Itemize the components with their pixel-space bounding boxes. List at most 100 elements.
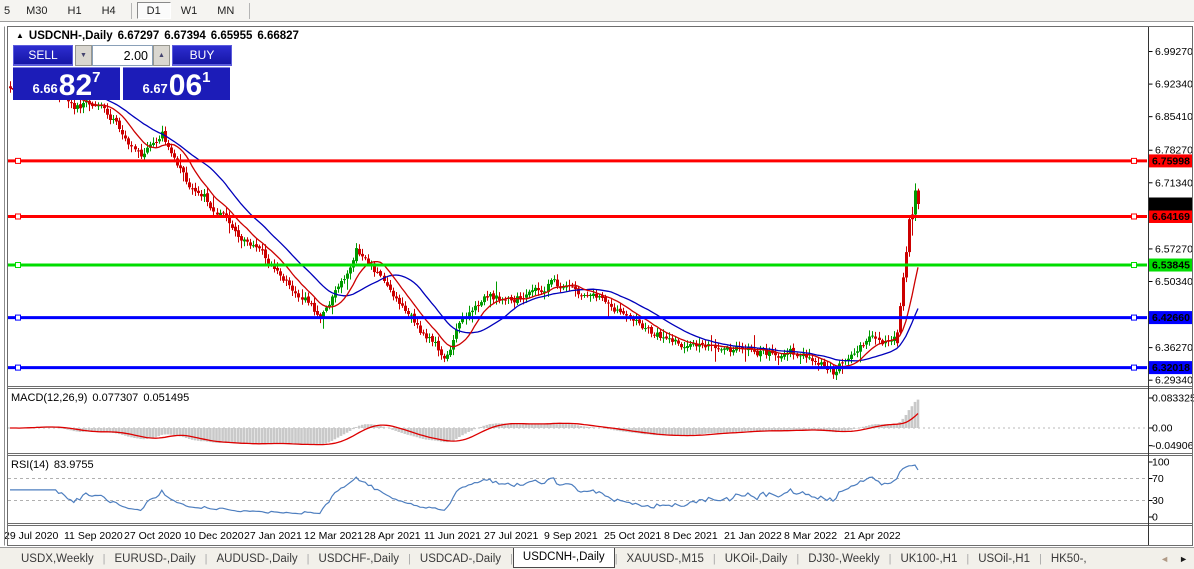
candle-body — [288, 280, 291, 286]
trade-panel-prices: 6.66 82 7 6.67 06 1 — [13, 67, 232, 102]
sell-price-display[interactable]: 6.66 82 7 — [13, 67, 120, 102]
candle-body — [422, 332, 425, 334]
volume-increase-button[interactable]: ▲ — [153, 45, 170, 66]
price-level-handle[interactable] — [15, 314, 21, 321]
buy-price-display[interactable]: 6.67 06 1 — [123, 67, 230, 101]
candle-body — [595, 293, 598, 298]
tab-audusd-daily[interactable]: AUDUSD-,Daily — [208, 551, 307, 567]
volume-decrease-button[interactable]: ▼ — [75, 45, 92, 66]
candle-body — [146, 147, 149, 153]
tab-usoil-h1[interactable]: USOil-,H1 — [969, 551, 1039, 567]
sell-price-big: 82 — [58, 69, 93, 102]
candle-body — [361, 253, 364, 257]
tab-ukoil-daily[interactable]: UKOil-,Daily — [716, 551, 797, 567]
candle-body — [252, 245, 255, 247]
candle-body — [850, 354, 853, 359]
candle-body — [240, 236, 243, 241]
candle-body — [486, 296, 489, 298]
price-level-handle[interactable] — [1131, 364, 1137, 371]
price-level-handle[interactable] — [1131, 314, 1137, 321]
candle-body — [571, 286, 574, 288]
sell-button[interactable]: SELL — [13, 45, 73, 66]
tab-usdchf-daily[interactable]: USDCHF-,Daily — [310, 551, 409, 567]
x-axis-date-label: 27 Jan 2021 — [244, 530, 302, 542]
symbol-tab-bar: USDX,Weekly | EURUSD-,Daily | AUDUSD-,Daily |… — [0, 547, 1194, 569]
buy-price-prefix: 6.67 — [142, 81, 168, 96]
candle-body — [553, 279, 556, 281]
tab-xauusd-m15[interactable]: XAUUSD-,M15 — [618, 551, 713, 567]
macd-axis-label: 0.00 — [1152, 423, 1173, 435]
price-level-handle[interactable] — [15, 213, 21, 220]
candle-body — [622, 311, 625, 314]
tab-usdcnh-daily[interactable]: USDCNH-,Daily — [512, 548, 615, 568]
candle-body — [440, 349, 443, 356]
candle-body — [437, 340, 440, 351]
candle-body — [862, 345, 865, 347]
candle-body — [458, 322, 461, 329]
tab-usdcad-daily[interactable]: USDCAD-,Daily — [411, 551, 510, 567]
volume-control: ▼ ▲ — [75, 45, 170, 66]
candle-body — [841, 362, 844, 364]
rsi-label: RSI(14) 83.9755 — [11, 459, 99, 471]
candle-body — [556, 279, 559, 287]
price-level-handle[interactable] — [15, 157, 21, 164]
y-axis-tick-label: 6.50340 — [1155, 276, 1193, 288]
candle-body — [474, 305, 477, 311]
tab-scroll-right-icon[interactable]: ► — [1179, 554, 1188, 564]
candle-body — [152, 142, 155, 145]
candle-body — [340, 281, 343, 288]
tab-uk100-h1[interactable]: UK100-,H1 — [891, 551, 966, 567]
price-level-handle[interactable] — [1131, 213, 1137, 220]
candle-body — [908, 219, 911, 253]
candle-body — [717, 348, 720, 350]
volume-input[interactable] — [92, 45, 153, 66]
candle-body — [723, 348, 726, 350]
candle-body — [525, 294, 528, 298]
candle-body — [431, 336, 434, 342]
candle-body — [103, 106, 106, 109]
candle-body — [902, 277, 905, 307]
candle-body — [483, 296, 486, 303]
tab-scroll-left-icon[interactable]: ◄ — [1160, 554, 1169, 564]
tab-dj30-weekly[interactable]: DJ30-,Weekly — [799, 551, 888, 567]
candle-body — [720, 349, 723, 351]
candle-body — [550, 280, 553, 285]
candle-body — [140, 149, 143, 157]
x-axis-date-label: 27 Oct 2020 — [124, 530, 181, 542]
x-axis-date-label: 8 Mar 2022 — [784, 530, 837, 542]
candle-body — [255, 244, 258, 248]
price-level-handle[interactable] — [1131, 157, 1137, 164]
candle-body — [234, 226, 237, 232]
chart-header: ▲ USDCNH-,Daily 6.67297 6.67394 6.65955 6.668… — [16, 30, 299, 42]
candle-body — [616, 309, 619, 311]
candle-body — [209, 202, 212, 209]
collapse-triangle-icon[interactable]: ▲ — [16, 31, 24, 40]
candle-body — [777, 356, 780, 358]
candle-body — [231, 224, 234, 228]
candle-body — [395, 296, 398, 299]
x-axis-date-label: 11 Jun 2021 — [424, 530, 481, 542]
candle-body — [449, 349, 452, 356]
candle-body — [583, 295, 586, 296]
buy-button[interactable]: BUY — [172, 45, 232, 66]
tab-usdx-weekly[interactable]: USDX,Weekly — [12, 551, 103, 567]
candle-body — [285, 279, 288, 281]
y-axis-tick-label: 6.99270 — [1155, 46, 1193, 58]
candle-body — [203, 194, 206, 197]
candle-body — [492, 293, 495, 300]
tab-hk50[interactable]: HK50-, — [1042, 551, 1096, 567]
candle-body — [480, 302, 483, 306]
candle-body — [355, 248, 358, 262]
candle-body — [677, 340, 680, 344]
candle-body — [106, 108, 109, 115]
candle-body — [917, 190, 920, 204]
price-level-handle[interactable] — [15, 364, 21, 371]
price-level-handle[interactable] — [1131, 262, 1137, 269]
tab-eurusd-daily[interactable]: EURUSD-,Daily — [106, 551, 205, 567]
x-axis-date-label: 12 Mar 2021 — [304, 530, 363, 542]
ohlc-open: 6.67297 — [117, 30, 160, 42]
candle-body — [297, 293, 300, 298]
candle-body — [619, 308, 622, 313]
candle-body — [653, 334, 656, 336]
price-level-handle[interactable] — [15, 262, 21, 269]
